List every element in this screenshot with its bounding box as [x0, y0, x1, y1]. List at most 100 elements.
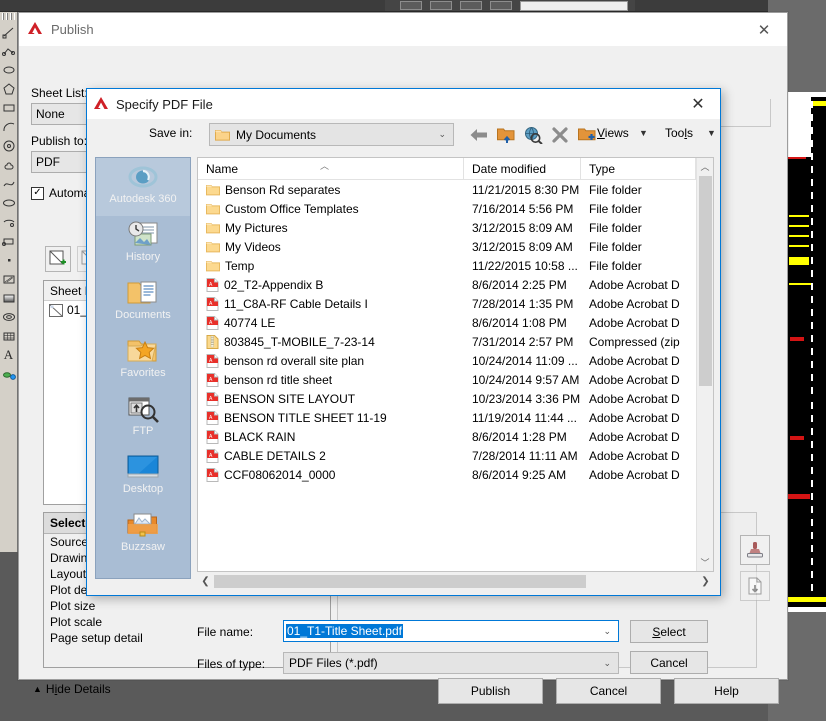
- multiline-text-icon[interactable]: A: [1, 345, 16, 364]
- views-menu-button[interactable]: Views: [597, 126, 629, 140]
- file-row-date: 7/28/2014 11:11 AM: [464, 449, 581, 463]
- ellipse-line-icon[interactable]: [1, 60, 16, 79]
- file-list-row[interactable]: ABLACK RAIN8/6/2014 1:28 PMAdobe Acrobat…: [198, 427, 696, 446]
- place-item-autodesk-360[interactable]: Autodesk 360: [96, 158, 190, 216]
- place-item-label: Documents: [115, 309, 171, 321]
- ellipse-icon[interactable]: [1, 193, 16, 212]
- scroll-left-icon[interactable]: ❮: [197, 576, 214, 587]
- column-header-name[interactable]: Name ︿: [198, 158, 464, 179]
- file-list-row[interactable]: A11_C8A-RF Cable Details I7/28/2014 1:35…: [198, 294, 696, 313]
- column-header-date-modified[interactable]: Date modified: [464, 158, 581, 179]
- publish-cancel-button[interactable]: Cancel: [556, 678, 661, 704]
- up-one-level-icon[interactable]: [494, 123, 518, 147]
- publish-button[interactable]: Publish: [438, 678, 543, 704]
- arc-icon[interactable]: [1, 117, 16, 136]
- back-arrow-icon[interactable]: [467, 123, 491, 147]
- point-icon[interactable]: [1, 250, 16, 269]
- add-selected-icon[interactable]: [1, 364, 16, 383]
- scroll-down-icon[interactable]: ﹀: [697, 554, 713, 571]
- chevron-down-icon[interactable]: ⌄: [603, 626, 611, 637]
- circle-icon[interactable]: [1, 136, 16, 155]
- file-list-row[interactable]: Temp11/22/2015 10:58 ...File folder: [198, 256, 696, 275]
- file-list-row[interactable]: A02_T2-Appendix B8/6/2014 2:25 PMAdobe A…: [198, 275, 696, 294]
- place-item-history[interactable]: History: [96, 216, 190, 274]
- autocad-toolbar-button[interactable]: [490, 1, 512, 10]
- draw-toolbar[interactable]: A: [0, 12, 18, 552]
- file-row-date: 8/6/2014 1:08 PM: [464, 316, 581, 330]
- file-list-row[interactable]: My Pictures3/12/2015 8:09 AMFile folder: [198, 218, 696, 237]
- file-name-input[interactable]: 01_T1-Title Sheet.pdf ⌄: [283, 620, 619, 642]
- scroll-right-icon[interactable]: ❯: [697, 576, 714, 587]
- file-list-vertical-scrollbar[interactable]: ︿ ﹀: [696, 158, 713, 571]
- file-list-row[interactable]: Abenson rd title sheet10/24/2014 9:57 AM…: [198, 370, 696, 389]
- place-item-ftp[interactable]: FTP: [96, 390, 190, 448]
- place-item-favorites[interactable]: Favorites: [96, 332, 190, 390]
- file-list-row[interactable]: ACCF08062014_00008/6/2014 9:25 AMAdobe A…: [198, 465, 696, 484]
- plot-stamp-icon[interactable]: [740, 535, 770, 565]
- rectangle-icon[interactable]: [1, 98, 16, 117]
- polyline-icon[interactable]: [1, 41, 16, 60]
- publish-dialog-titlebar[interactable]: Publish ✕: [19, 13, 787, 46]
- region-icon[interactable]: [1, 307, 16, 326]
- block-insert-icon[interactable]: [1, 231, 16, 250]
- scroll-up-icon[interactable]: ︿: [697, 158, 713, 175]
- chevron-down-icon[interactable]: ▼: [707, 128, 716, 138]
- select-button[interactable]: Select: [630, 620, 708, 643]
- autocad-toolbar-button[interactable]: [400, 1, 422, 10]
- hatch-icon[interactable]: [1, 269, 16, 288]
- place-item-buzzsaw[interactable]: Buzzsaw: [96, 506, 190, 564]
- autocad-toolbar-input[interactable]: [520, 1, 628, 11]
- file-list-row[interactable]: 803845_T-MOBILE_7-23-147/31/2014 2:57 PM…: [198, 332, 696, 351]
- file-list-row[interactable]: ACABLE DETAILS 27/28/2014 11:11 AMAdobe …: [198, 446, 696, 465]
- autocad-toolbar-button[interactable]: [430, 1, 452, 10]
- file-list[interactable]: Name ︿ Date modified Type Benson Rd sepa…: [197, 157, 714, 572]
- file-row-type: Adobe Acrobat D: [581, 278, 696, 292]
- file-list-row[interactable]: Custom Office Templates7/16/2014 5:56 PM…: [198, 199, 696, 218]
- table-icon[interactable]: [1, 326, 16, 345]
- files-of-type-select[interactable]: PDF Files (*.pdf) ⌄: [283, 652, 619, 674]
- toolbar-grip[interactable]: [2, 13, 15, 20]
- chevron-down-icon[interactable]: ▼: [639, 128, 648, 138]
- place-item-documents[interactable]: Documents: [96, 274, 190, 332]
- delete-icon[interactable]: [548, 123, 572, 147]
- automatic-checkbox[interactable]: ✓ Automa: [31, 186, 90, 200]
- hide-details-toggle[interactable]: ▲ Hide Details: [33, 682, 111, 696]
- line-icon[interactable]: [1, 22, 16, 41]
- new-folder-icon[interactable]: [575, 123, 599, 147]
- file-list-row[interactable]: Abenson rd overall site plan10/24/2014 1…: [198, 351, 696, 370]
- ellipse-arc-icon[interactable]: [1, 212, 16, 231]
- file-row-type: Adobe Acrobat D: [581, 411, 696, 425]
- file-list-row[interactable]: My Videos3/12/2015 8:09 AMFile folder: [198, 237, 696, 256]
- polygon-icon[interactable]: [1, 79, 16, 98]
- file-row-name: CABLE DETAILS 2: [224, 449, 326, 463]
- place-item-desktop[interactable]: Desktop: [96, 448, 190, 506]
- file-list-row[interactable]: Benson Rd separates11/21/2015 8:30 PMFil…: [198, 180, 696, 199]
- save-in-select[interactable]: My Documents ⌄: [209, 123, 454, 146]
- publish-help-button[interactable]: Help: [674, 678, 779, 704]
- file-list-row[interactable]: ABENSON SITE LAYOUT10/23/2014 3:36 PMAdo…: [198, 389, 696, 408]
- publish-dialog-title: Publish: [51, 22, 94, 37]
- gradient-icon[interactable]: [1, 288, 16, 307]
- spline-icon[interactable]: [1, 174, 16, 193]
- drawing-white-region: [788, 97, 811, 157]
- close-icon[interactable]: ✕: [676, 89, 720, 119]
- place-icon-wrap: [127, 160, 159, 194]
- file-list-horizontal-scrollbar[interactable]: ❮ ❯: [197, 573, 714, 590]
- add-sheets-icon[interactable]: [45, 246, 71, 272]
- file-list-row[interactable]: ABENSON TITLE SHEET 11-1911/19/2014 11:4…: [198, 408, 696, 427]
- column-header-type[interactable]: Type: [581, 158, 696, 179]
- scrollbar-thumb[interactable]: [214, 575, 586, 588]
- search-web-icon[interactable]: [521, 123, 545, 147]
- file-row-date: 7/16/2014 5:56 PM: [464, 202, 581, 216]
- file-row-name: benson rd title sheet: [224, 373, 332, 387]
- file-list-row[interactable]: A40774 LE8/6/2014 1:08 PMAdobe Acrobat D: [198, 313, 696, 332]
- scrollbar-thumb[interactable]: [699, 176, 712, 386]
- file-dialog-titlebar[interactable]: Specify PDF File ✕: [87, 89, 720, 119]
- autocad-toolbar-button[interactable]: [460, 1, 482, 10]
- plot-to-file-icon[interactable]: [740, 571, 770, 601]
- close-icon[interactable]: ✕: [741, 13, 787, 46]
- file-row-name: 40774 LE: [224, 316, 275, 330]
- cancel-button[interactable]: Cancel: [630, 651, 708, 674]
- tools-menu-button[interactable]: Tools: [665, 126, 693, 140]
- revision-cloud-icon[interactable]: [1, 155, 16, 174]
